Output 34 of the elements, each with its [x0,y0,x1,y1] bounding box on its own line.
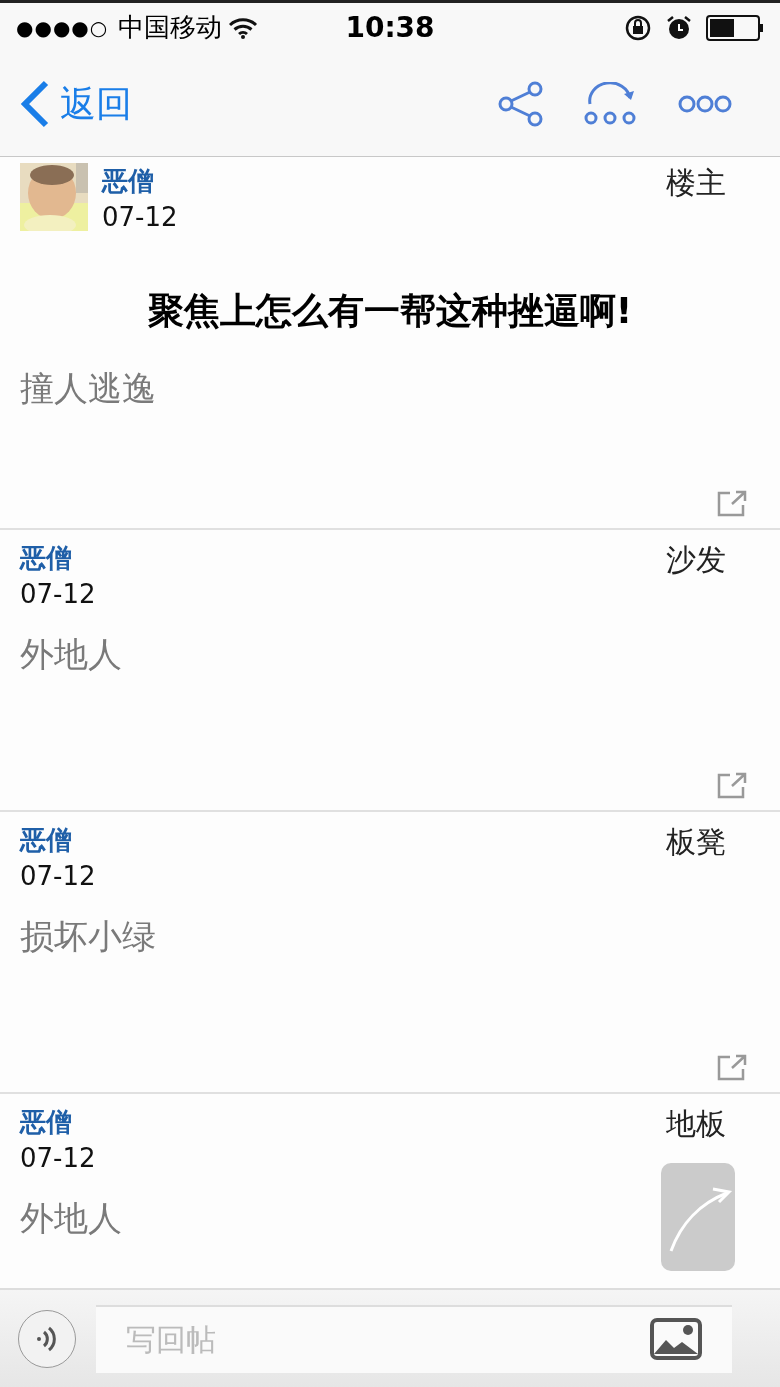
reply-field[interactable]: 写回帖 [96,1304,732,1373]
post-date: 07-12 [20,860,96,893]
author-name[interactable]: 恶僧 [20,540,96,576]
image-icon[interactable] [650,1317,702,1360]
post-date: 07-12 [20,1142,96,1175]
alarm-icon [666,14,692,41]
author-name[interactable]: 恶僧 [102,163,178,199]
post-title: 聚焦上怎么有一帮这种挫逼啊! [146,289,634,333]
share-icon[interactable] [716,490,748,518]
rotation-lock-icon [624,13,652,42]
floor-label: 板凳 [666,823,726,861]
share-icon[interactable] [498,81,544,127]
floor-label: 沙发 [666,541,726,579]
post-content: 损坏小绿 [20,915,157,958]
share-icon[interactable] [716,1054,748,1082]
post-content: 撞人逃逸 [20,367,157,410]
forward-icon[interactable] [584,82,638,126]
post-content: 外地人 [20,633,123,676]
post-content: 外地人 [20,1197,123,1240]
post-date: 07-12 [20,578,96,611]
floor-label: 楼主 [666,164,726,202]
floor-label: 地板 [666,1105,726,1143]
carrier-name: 中国移动 [118,11,223,44]
battery-icon [706,14,764,41]
author-name[interactable]: 恶僧 [20,1104,96,1140]
post-date: 07-12 [102,201,178,234]
share-icon[interactable] [716,772,748,800]
back-chevron-icon[interactable] [20,80,50,128]
more-icon[interactable] [678,95,732,113]
author-name[interactable]: 恶僧 [20,822,96,858]
wifi-icon [228,16,259,39]
back-button[interactable]: 返回 [20,79,132,129]
clock-time: 10:38 [345,11,435,44]
signal-strength: ●●●●○ [16,15,109,40]
